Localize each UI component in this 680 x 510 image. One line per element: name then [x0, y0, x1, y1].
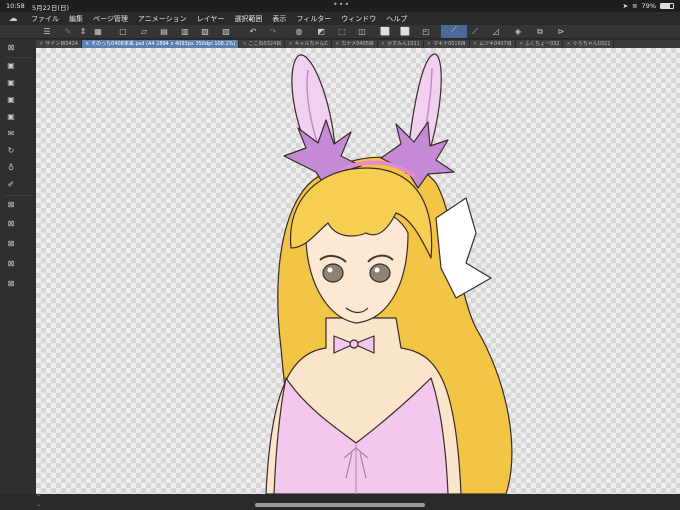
menu-animation[interactable]: アニメーション [133, 14, 192, 24]
delete-icon[interactable]: ⊠ [6, 279, 16, 289]
folder-icon[interactable]: ▣ [6, 112, 16, 122]
flip-icon[interactable]: ⊳ [556, 27, 566, 37]
close-icon[interactable]: × [335, 41, 339, 47]
location-icon: ➤ [622, 2, 629, 10]
lasso-icon[interactable]: ◫ [357, 27, 367, 37]
clock: 10:58 [6, 2, 25, 10]
document-tabs: × サイン目0424 × そのっち0408未来.psd (A4 2894 x 409… [36, 40, 680, 48]
drawing-canvas[interactable] [36, 48, 680, 494]
command-bar: ☰ ✎ ⇕ ▦ ▢ ▱ ▤ ▥ ▧ ▨ ↶ ↷ ◍ ◩ ⬚ ◫ ⬜ ⬜ ◰ ⟋ … [0, 25, 680, 39]
close-icon[interactable]: × [242, 41, 246, 47]
new-icon[interactable]: ▢ [118, 27, 128, 37]
ruler-icon[interactable]: ◿ [491, 27, 501, 37]
document-tab[interactable]: × マキナ0516目 [423, 40, 470, 48]
smooth-icon[interactable]: ⟋ [470, 27, 480, 37]
menu-view[interactable]: 表示 [267, 14, 291, 24]
document-tab[interactable]: × かすみん1011 [377, 40, 424, 48]
ios-status-bar: 10:58 5月22日(日) ••• ➤ ≋ 79% [0, 0, 680, 12]
crop-icon[interactable]: ⬚ [337, 27, 347, 37]
close-icon[interactable]: × [288, 41, 292, 47]
close-icon[interactable]: × [85, 41, 89, 47]
delete-icon[interactable]: ⊠ [6, 219, 16, 229]
status-right: ➤ ≋ 79% [623, 2, 674, 10]
clear-icon[interactable]: ◩ [316, 27, 326, 37]
menu-bar: ☁ ファイル 編集 ページ管理 アニメーション レイヤー 選択範囲 表示 フィル… [0, 12, 680, 25]
menu-page[interactable]: ページ管理 [88, 14, 133, 24]
document-tab[interactable]: × ふくちょー032 [515, 40, 564, 48]
layer-icon[interactable]: ◈ [513, 27, 523, 37]
close-icon[interactable]: × [427, 41, 431, 47]
close-icon[interactable]: × [519, 41, 523, 47]
copy-icon[interactable]: ▧ [200, 27, 210, 37]
delete-icon[interactable]: ⊠ [6, 239, 16, 249]
character-illustration [265, 53, 513, 494]
paste-icon[interactable]: ▨ [221, 27, 231, 37]
spin-icon[interactable]: ⇕ [78, 27, 88, 37]
redo-icon[interactable]: ↷ [268, 27, 278, 37]
document-tab-active[interactable]: × そのっち0408未来.psd (A4 2894 x 4093px 350dpi… [81, 40, 240, 48]
document-tab[interactable]: × カナメ0405目 [331, 40, 378, 48]
delete-icon[interactable]: ⊠ [6, 200, 16, 210]
multitask-dots[interactable]: ••• [333, 0, 350, 9]
document-tab[interactable]: × ここね0324目 [239, 40, 286, 48]
mask-icon[interactable]: ⬜ [400, 27, 410, 37]
wand-icon[interactable]: ⬜ [380, 27, 390, 37]
menu-help[interactable]: ヘルプ [381, 14, 412, 24]
save-icon[interactable]: ▤ [159, 27, 169, 37]
bottom-bar: ⌃ ⌄ [0, 494, 680, 510]
close-icon[interactable]: × [381, 41, 385, 47]
menu-icon[interactable]: ☰ [42, 27, 52, 37]
brush-icon[interactable]: ✎ [63, 27, 73, 37]
battery-percent: 79% [641, 2, 656, 10]
link-icon[interactable]: ⧉ [535, 27, 545, 37]
export-icon[interactable]: ▥ [180, 27, 190, 37]
reload-icon[interactable]: ↻ [6, 146, 16, 156]
menu-filter[interactable]: フィルター [291, 14, 336, 24]
folder-icon[interactable]: ▣ [6, 61, 16, 71]
document-tab[interactable]: × サイン目0424 [36, 40, 82, 48]
menu-layer[interactable]: レイヤー [192, 14, 230, 24]
folder-icon[interactable]: ▣ [6, 78, 16, 88]
vector-icon[interactable]: ◰ [421, 27, 431, 37]
menu-file[interactable]: ファイル [26, 14, 64, 24]
left-palette: ⊠ ▣ ▣ ▣ ▣ ✉ ↻ ♁ ✐ ⊠ ⊠ ⊠ ⊠ ⊠ [0, 39, 36, 497]
folder-icon[interactable]: ▣ [6, 95, 16, 105]
document-tab[interactable]: × ぐらちゃん0321 [563, 40, 615, 48]
delete-icon[interactable]: ⊠ [6, 259, 16, 269]
grid-icon[interactable]: ▦ [93, 27, 103, 37]
home-indicator[interactable] [255, 503, 425, 507]
fill-icon[interactable]: ◍ [294, 27, 304, 37]
document-tab[interactable]: × ムツキ0407目 [469, 40, 516, 48]
menu-window[interactable]: ウィンドウ [336, 14, 381, 24]
date: 5月22日(日) [32, 4, 69, 12]
brush-icon[interactable]: ✐ [6, 180, 16, 190]
open-icon[interactable]: ▱ [139, 27, 149, 37]
pen-active-icon[interactable]: ⟋ [441, 25, 467, 38]
battery-icon [660, 3, 674, 9]
menu-edit[interactable]: 編集 [64, 14, 88, 24]
undo-icon[interactable]: ↶ [248, 27, 258, 37]
document-tab[interactable]: × キャルちゃんC [285, 40, 332, 48]
close-icon[interactable]: × [566, 41, 570, 47]
delete-icon[interactable]: ⊠ [6, 43, 16, 53]
close-icon[interactable]: × [473, 41, 477, 47]
close-icon[interactable]: × [39, 41, 43, 47]
mail-icon[interactable]: ✉ [6, 129, 16, 139]
expand-icon[interactable]: ⌃ ⌄ [36, 494, 41, 508]
menu-selection[interactable]: 選択範囲 [229, 14, 267, 24]
wifi-icon: ≋ [632, 2, 638, 10]
bulb-icon[interactable]: ♁ [6, 163, 16, 173]
cloud-logo-icon[interactable]: ☁ [0, 14, 26, 24]
